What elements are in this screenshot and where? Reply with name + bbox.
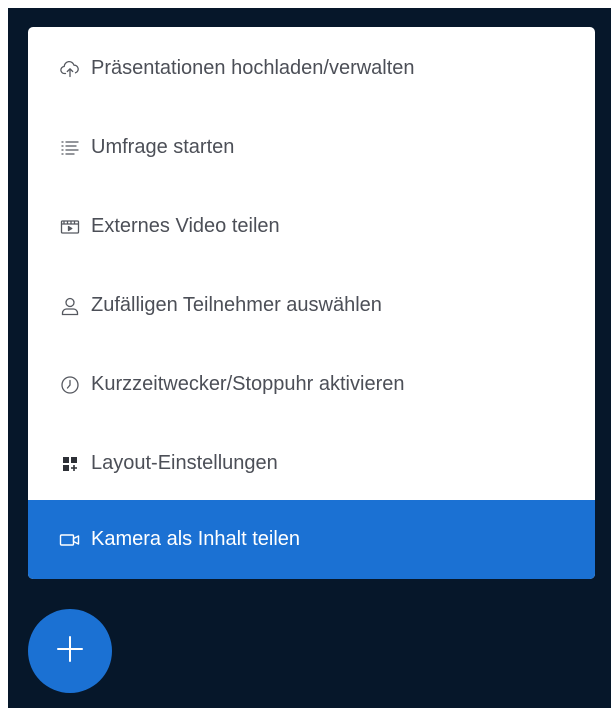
- plus-icon: [53, 632, 87, 671]
- menu-item-label: Präsentationen hochladen/verwalten: [91, 57, 415, 79]
- cloud-upload-icon: [59, 58, 81, 80]
- poll-list-icon: [59, 137, 81, 159]
- menu-item-label: Zufälligen Teilnehmer auswählen: [91, 294, 382, 316]
- menu-item-label: Kurzzeitwecker/Stoppuhr aktivieren: [91, 373, 405, 395]
- menu-item-upload-presentations[interactable]: Präsentationen hochladen/verwalten: [28, 29, 595, 108]
- menu-item-label: Externes Video teilen: [91, 215, 280, 237]
- user-icon: [59, 295, 81, 317]
- menu-item-label: Umfrage starten: [91, 136, 235, 158]
- layout-grid-icon: [59, 453, 81, 475]
- menu-item-label: Layout-Einstellungen: [91, 452, 278, 474]
- menu-item-activate-timer[interactable]: Kurzzeitwecker/Stoppuhr aktivieren: [28, 345, 595, 424]
- video-camera-icon: [59, 529, 81, 551]
- menu-item-layout-settings[interactable]: Layout-Einstellungen: [28, 424, 595, 503]
- actions-toggle-button[interactable]: [28, 609, 112, 693]
- menu-item-start-poll[interactable]: Umfrage starten: [28, 108, 595, 187]
- actions-dropdown-menu: Präsentationen hochladen/verwalten Umfra…: [28, 27, 595, 579]
- clock-icon: [59, 374, 81, 396]
- external-video-icon: [59, 216, 81, 238]
- page: Präsentationen hochladen/verwalten Umfra…: [0, 0, 611, 708]
- menu-item-select-random-user[interactable]: Zufälligen Teilnehmer auswählen: [28, 266, 595, 345]
- menu-item-share-camera-as-content[interactable]: Kamera als Inhalt teilen: [28, 500, 595, 579]
- menu-item-label: Kamera als Inhalt teilen: [91, 528, 301, 550]
- menu-item-share-external-video[interactable]: Externes Video teilen: [28, 187, 595, 266]
